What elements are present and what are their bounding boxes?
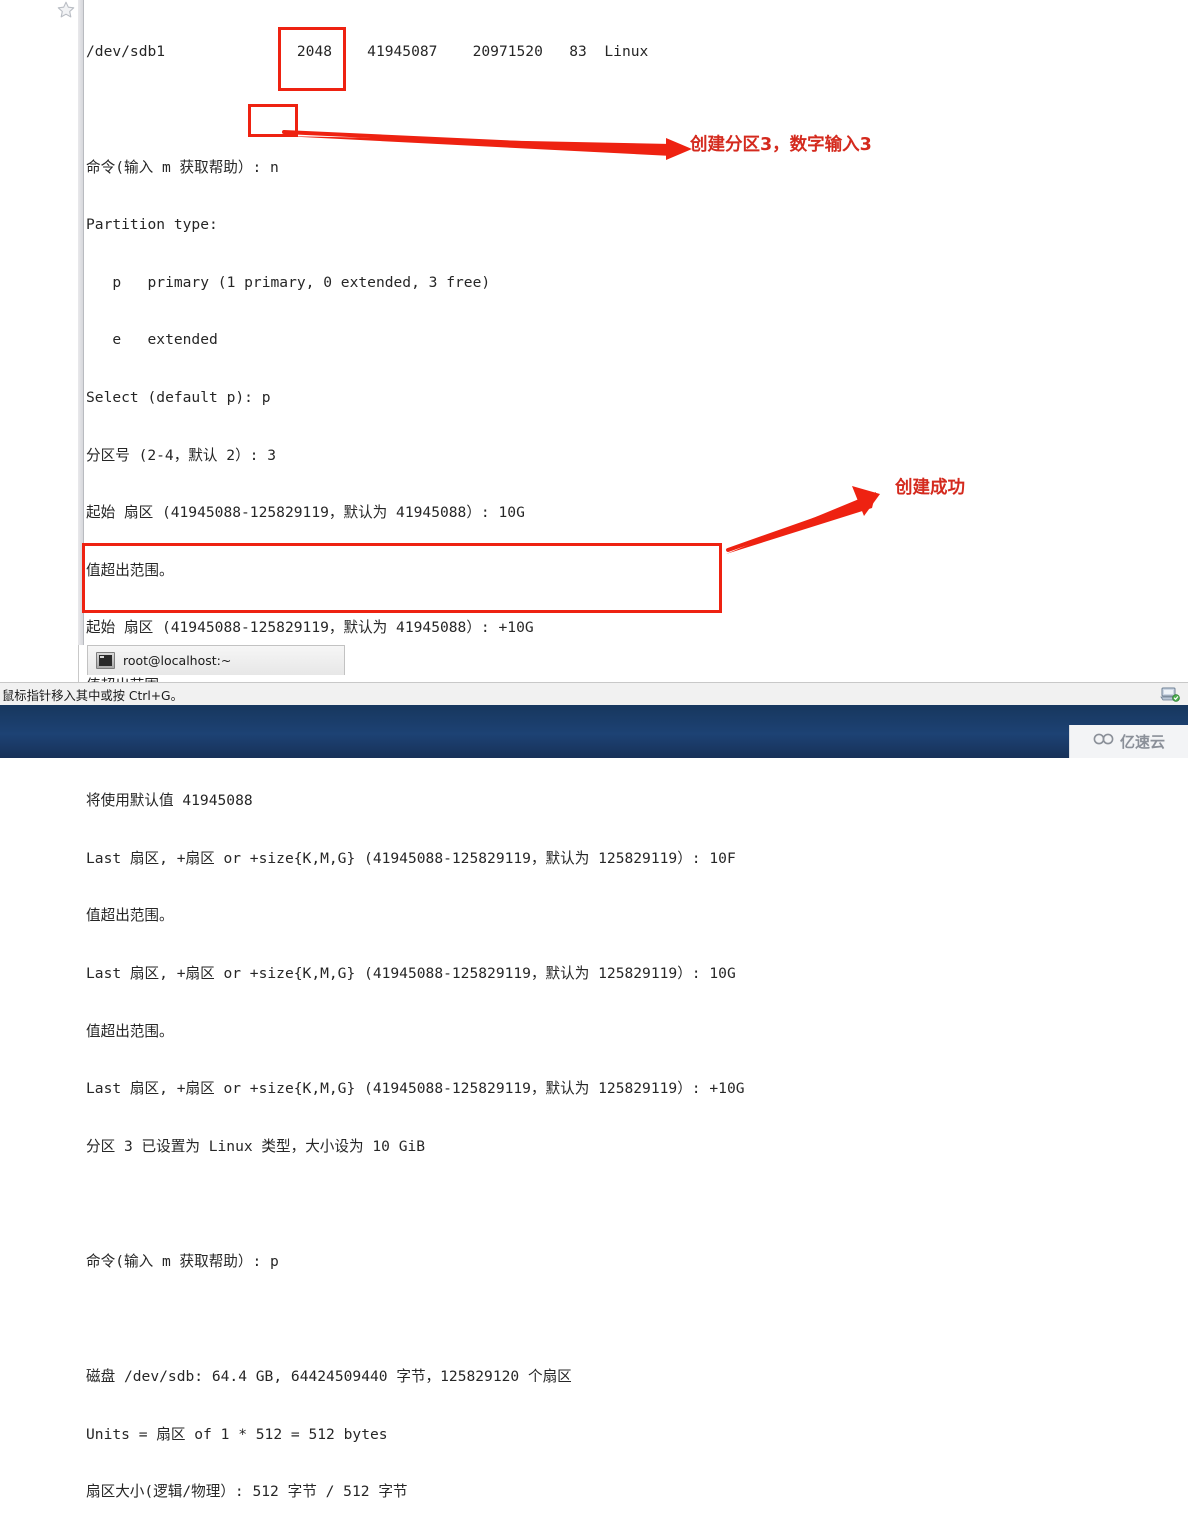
star-outline-icon <box>55 0 77 20</box>
terminal-line: 分区号 (2-4，默认 2）: 3 <box>86 446 277 464</box>
terminal-line: Last 扇区, +扇区 or +size{K,M,G} (41945088-1… <box>86 849 736 867</box>
taskbar-item-terminal[interactable]: root@localhost:~ <box>87 645 345 675</box>
command-n-highlight-box <box>278 27 346 91</box>
terminal-line: 磁盘 /dev/sdb: 64.4 GB, 64424509440 字节，125… <box>86 1368 572 1386</box>
watermark: 亿速云 <box>1069 725 1188 758</box>
status-bar-hint: 鼠标指针移入其中或按 Ctrl+G。 <box>2 688 183 703</box>
terminal-line: Partition type: <box>86 216 218 234</box>
terminal-line: Last 扇区, +扇区 or +size{K,M,G} (41945088-1… <box>86 964 736 982</box>
terminal-line: Select (default p): p <box>86 388 271 406</box>
terminal-line: 起始 扇区 (41945088-125829119，默认为 41945088）:… <box>86 504 525 522</box>
terminal-line: Last 扇区, +扇区 or +size{K,M,G} (41945088-1… <box>86 1080 745 1098</box>
cloud-icon <box>1093 732 1115 751</box>
left-gutter <box>0 0 79 682</box>
desktop-background <box>0 705 1188 758</box>
page-root: /dev/sdb1 2048 41945087 20971520 83 Linu… <box>0 0 1188 1500</box>
terminal-line: 起始 扇区 (41945088-125829119，默认为 41945088）:… <box>86 619 534 637</box>
terminal-line: 将使用默认值 41945088 <box>86 792 253 810</box>
taskbar-item-label: root@localhost:~ <box>123 653 232 668</box>
terminal-line: 命令(输入 m 获取帮助）: p <box>86 1252 279 1270</box>
terminal-icon <box>96 652 115 669</box>
arrow-to-partition-number <box>282 130 692 160</box>
watermark-text: 亿速云 <box>1119 733 1165 751</box>
arrow-to-success <box>726 486 880 554</box>
terminal-line: p primary (1 primary, 0 extended, 3 free… <box>86 273 491 291</box>
status-bar: 鼠标指针移入其中或按 Ctrl+G。 <box>0 682 1188 707</box>
partition-table-highlight-box <box>82 543 722 613</box>
terminal-line: 分区 3 已设置为 Linux 类型，大小设为 10 GiB <box>86 1137 426 1155</box>
terminal-line: e extended <box>86 331 218 349</box>
terminal-line: 值超出范围。 <box>86 907 174 925</box>
annotation-create-partition-3: 创建分区3，数字输入3 <box>690 135 872 155</box>
terminal-line: 值超出范围。 <box>86 1022 174 1040</box>
terminal-line: 扇区大小(逻辑/物理）: 512 字节 / 512 字节 <box>86 1483 408 1501</box>
annotation-create-success: 创建成功 <box>895 478 965 498</box>
terminal-line: Units = 扇区 of 1 * 512 = 512 bytes <box>86 1425 388 1443</box>
terminal-line: /dev/sdb1 2048 41945087 20971520 83 Linu… <box>86 43 649 61</box>
network-computer-icon[interactable] <box>1160 686 1180 702</box>
